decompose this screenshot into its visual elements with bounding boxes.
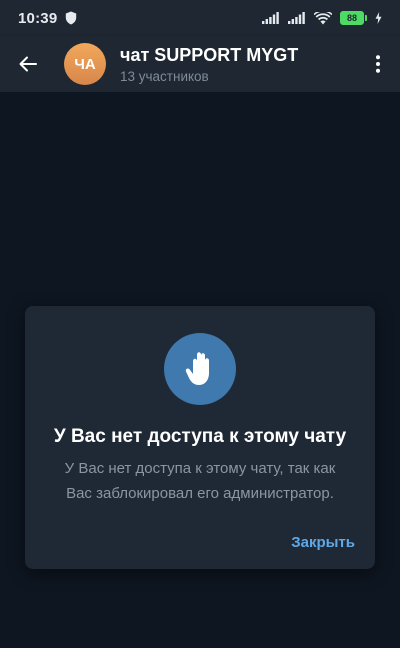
more-vertical-icon (376, 55, 380, 73)
status-time: 10:39 (18, 9, 58, 27)
arrow-left-icon (19, 56, 37, 72)
access-denied-dialog: У Вас нет доступа к этому чату У Вас нет… (25, 306, 375, 569)
shield-icon (66, 11, 77, 25)
status-bar: 10:39 88 (0, 0, 400, 36)
back-button[interactable] (0, 36, 56, 92)
avatar[interactable]: ЧА (64, 43, 106, 85)
dialog-title: У Вас нет доступа к этому чату (53, 426, 347, 447)
charging-icon (375, 12, 382, 24)
chat-title-block[interactable]: чат SUPPORT MYGT 13 участников (120, 45, 298, 84)
dialog-message-line: У Вас нет доступа к этому чату, так как (64, 460, 336, 477)
dialog-message: У Вас нет доступа к этому чату, так как … (45, 456, 355, 506)
signal-icon (262, 12, 279, 24)
wifi-icon (314, 11, 332, 24)
dialog-icon-circle (164, 333, 236, 405)
signal-icon (288, 12, 305, 24)
hand-stop-icon (185, 352, 209, 385)
chat-header: ЧА чат SUPPORT MYGT 13 участников (0, 36, 400, 92)
status-icons: 88 (262, 11, 382, 25)
close-button[interactable]: Закрыть (291, 534, 355, 551)
more-menu-button[interactable] (356, 36, 400, 92)
dialog-message-line: Вас заблокировал его администратор. (66, 485, 334, 502)
chat-title: чат SUPPORT MYGT (120, 44, 299, 65)
chat-subtitle: 13 участников (120, 68, 209, 84)
battery-level: 88 (340, 11, 364, 25)
battery-icon: 88 (340, 11, 367, 25)
